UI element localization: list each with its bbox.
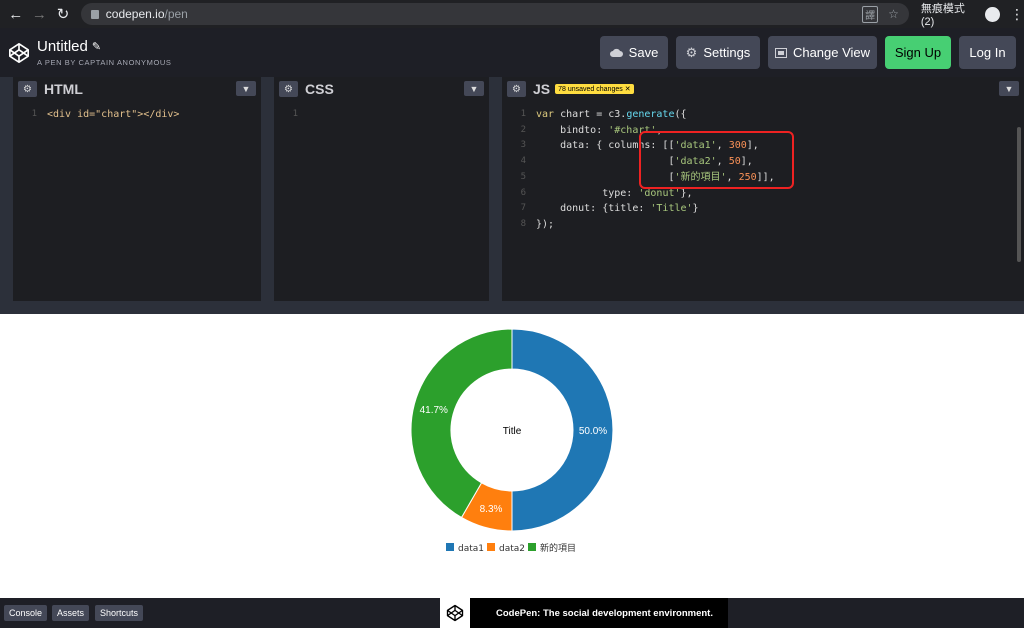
donut-title: Title — [503, 426, 522, 437]
change-view-button[interactable]: Change View — [768, 36, 877, 69]
pen-header: Untitled ✎ A PEN BY CAPTAIN ANONYMOUS Sa… — [0, 28, 1024, 77]
js-line-numbers: 1 2 3 4 5 6 7 8 — [520, 109, 526, 229]
close-icon[interactable]: ✕ — [625, 85, 631, 93]
gear-icon: ⚙ — [685, 44, 698, 60]
translate-icon[interactable]: 譯 — [862, 5, 879, 23]
shortcuts-button[interactable]: Shortcuts — [95, 605, 144, 621]
legend-item-1[interactable]: data1 — [446, 543, 484, 554]
html-editor-title: HTML — [44, 81, 83, 97]
login-button[interactable]: Log In — [959, 36, 1016, 69]
editor-resize-handle[interactable] — [489, 77, 502, 301]
pen-title-text: Untitled — [37, 38, 88, 55]
incognito-icon — [985, 6, 1000, 22]
html-settings-gear-icon[interactable]: ⚙ — [18, 81, 37, 97]
layout-icon — [774, 47, 787, 58]
codepen-promo-logo-icon — [440, 598, 470, 628]
signup-label: Sign Up — [894, 45, 942, 60]
assets-button[interactable]: Assets — [52, 605, 90, 621]
promo-banner[interactable]: CodePen: The social development environm… — [440, 598, 728, 628]
html-chevron-down-icon[interactable]: ▼ — [236, 81, 256, 96]
login-label: Log In — [969, 45, 1006, 60]
editor-resize-bar[interactable] — [0, 301, 1024, 314]
js-scrollbar[interactable] — [1017, 127, 1021, 262]
change-view-label: Change View — [792, 45, 871, 60]
profile-label: 無痕模式 (2) — [920, 3, 965, 28]
css-line-numbers: 1 — [292, 109, 298, 119]
css-editor-title: CSS — [305, 81, 334, 97]
legend-swatch-2 — [487, 543, 495, 551]
incognito-indicator[interactable]: 無痕模式 (2) — [921, 0, 1000, 28]
legend-label-3: 新的項目 — [540, 542, 576, 554]
js-code-area[interactable]: 1 2 3 4 5 6 7 8 var chart = c3.generate(… — [502, 101, 1024, 301]
cloud-icon — [609, 48, 623, 57]
html-code-area[interactable]: 1 <div id="chart"></div> — [13, 101, 261, 301]
address-bar[interactable]: codepen.io/pen 譯 ☆ — [80, 3, 909, 25]
js-editor: ⚙ JS 78 unsaved changes ✕ ▼ 1 2 3 4 5 6 … — [502, 77, 1024, 301]
editor-panes: ⚙ HTML ▼ 1 <div id="chart"></div> ⚙ CSS … — [0, 77, 1024, 314]
donut-chart: 50.0% 8.3% 41.7% Title data1 data2 新的項目 — [410, 328, 614, 554]
promo-text: CodePen: The social development environm… — [496, 607, 713, 619]
reload-icon[interactable]: ↻ — [51, 0, 75, 28]
legend-swatch-1 — [446, 543, 454, 551]
css-editor: ⚙ CSS ▼ 1 — [274, 77, 489, 301]
browser-toolbar: ← → ↻ codepen.io/pen 譯 ☆ 無痕模式 (2) ⋮ — [0, 0, 1024, 28]
slice-label-3: 41.7% — [420, 405, 448, 416]
html-line-numbers: 1 — [31, 109, 37, 119]
url-host: codepen.io — [105, 7, 165, 21]
legend-label-2: data2 — [499, 544, 525, 554]
editor-left-gutter — [0, 77, 13, 301]
forward-icon[interactable]: → — [28, 0, 52, 28]
preview-pane: 50.0% 8.3% 41.7% Title data1 data2 新的項目 — [0, 314, 1024, 598]
bookmark-star-icon[interactable]: ☆ — [888, 7, 899, 21]
pencil-icon[interactable]: ✎ — [92, 40, 101, 53]
legend-swatch-3 — [528, 543, 536, 551]
unsaved-count: 78 unsaved changes — [558, 85, 623, 93]
js-settings-gear-icon[interactable]: ⚙ — [507, 81, 526, 97]
footer-bar: Console Assets Shortcuts CodePen: The so… — [0, 598, 1024, 628]
browser-menu-icon[interactable]: ⋮ — [1010, 6, 1024, 23]
lock-icon — [90, 9, 99, 19]
slice-label-2: 8.3% — [480, 504, 503, 515]
save-button[interactable]: Save — [600, 36, 668, 69]
js-editor-title: JS — [533, 81, 551, 97]
legend-item-3[interactable]: 新的項目 — [528, 542, 576, 554]
css-chevron-down-icon[interactable]: ▼ — [464, 81, 484, 96]
editor-resize-handle[interactable] — [261, 77, 274, 301]
js-chevron-down-icon[interactable]: ▼ — [999, 81, 1019, 96]
legend-item-2[interactable]: data2 — [487, 543, 525, 554]
css-settings-gear-icon[interactable]: ⚙ — [279, 81, 298, 97]
slice-label-1: 50.0% — [579, 426, 607, 437]
settings-button[interactable]: ⚙ Settings — [676, 36, 760, 69]
pen-title[interactable]: Untitled ✎ — [37, 38, 172, 55]
console-button[interactable]: Console — [4, 605, 48, 621]
settings-label: Settings — [703, 45, 751, 60]
html-code-line: <div id="chart"></div> — [47, 109, 180, 120]
back-icon[interactable]: ← — [4, 0, 28, 28]
codepen-logo-icon[interactable] — [8, 42, 30, 64]
highlight-box — [639, 131, 794, 189]
save-label: Save — [628, 45, 659, 60]
legend-label-1: data1 — [458, 544, 484, 554]
css-code-area[interactable]: 1 — [274, 101, 489, 301]
url-path: /pen — [164, 7, 188, 21]
html-editor: ⚙ HTML ▼ 1 <div id="chart"></div> — [13, 77, 261, 301]
signup-button[interactable]: Sign Up — [885, 36, 951, 69]
pen-author: A PEN BY CAPTAIN ANONYMOUS — [37, 58, 172, 67]
unsaved-changes-badge[interactable]: 78 unsaved changes ✕ — [555, 84, 634, 94]
